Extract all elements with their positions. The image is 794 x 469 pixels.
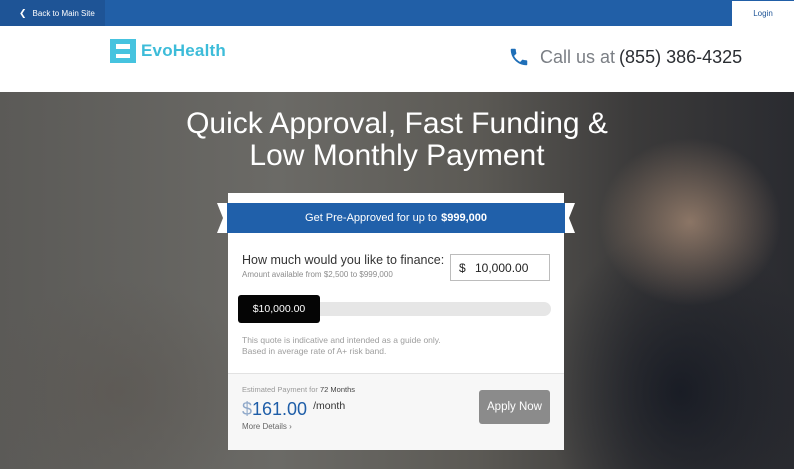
phone-contact[interactable]: Call us at (855) 386-4325 (508, 46, 742, 68)
monthly-payment: $ 161.00 /month (242, 397, 345, 420)
logo-mark-icon (110, 39, 136, 63)
more-details-link[interactable]: More Details › (242, 422, 292, 431)
logo-text: EvoHealth (141, 41, 226, 60)
amount-field[interactable] (475, 260, 549, 275)
chevron-right-icon: › (289, 422, 292, 431)
amount-slider-handle[interactable]: $10,000.00 (238, 295, 320, 323)
disclaimer-line1: This quote is indicative and intended as… (242, 335, 441, 345)
disclaimer-line2: Based in average rate of A+ risk band. (242, 346, 387, 356)
amount-range-note: Amount available from $2,500 to $999,000 (242, 270, 393, 279)
hero-title-line1: Quick Approval, Fast Funding & (186, 107, 608, 140)
more-details-label: More Details (242, 422, 287, 431)
call-label: Call us at (540, 46, 616, 67)
divider (228, 373, 564, 374)
logo[interactable]: EvoHealth (110, 39, 226, 63)
ribbon-amount: $999,000 (441, 212, 487, 224)
payment-currency: $ (242, 399, 253, 419)
payment-value: 161.00 (252, 399, 308, 419)
ribbon-text: Get Pre-Approved for up to (305, 212, 438, 224)
payment-period: /month (313, 400, 346, 412)
hero-title: Quick Approval, Fast Funding & Low Month… (0, 108, 794, 172)
hero-title-line2: Low Monthly Payment (249, 139, 545, 172)
phone-icon (510, 48, 528, 66)
estimate-term: 72 Months (319, 385, 355, 394)
currency-symbol: $ (459, 260, 466, 275)
login-button[interactable]: Login (732, 1, 794, 26)
estimate-label-text: Estimated Payment for (242, 385, 318, 394)
pre-approved-ribbon: Get Pre-Approved for up to $999,000 (217, 203, 575, 233)
back-to-main-site-button[interactable]: ❮ Back to Main Site (0, 0, 105, 26)
estimate-label: Estimated Payment for 72 Months (242, 385, 355, 394)
back-label: Back to Main Site (32, 8, 95, 18)
finance-question: How much would you like to finance: (242, 253, 445, 267)
quote-disclaimer: This quote is indicative and intended as… (242, 335, 441, 357)
finance-amount-input[interactable]: $ (450, 254, 550, 281)
chevron-left-icon: ❮ (19, 7, 27, 18)
phone-number: (855) 386-4325 (619, 46, 743, 67)
site-header: EvoHealth Call us at (855) 386-4325 (0, 26, 794, 92)
top-bar: ❮ Back to Main Site Login (0, 0, 794, 26)
apply-now-button[interactable]: Apply Now (479, 390, 550, 424)
